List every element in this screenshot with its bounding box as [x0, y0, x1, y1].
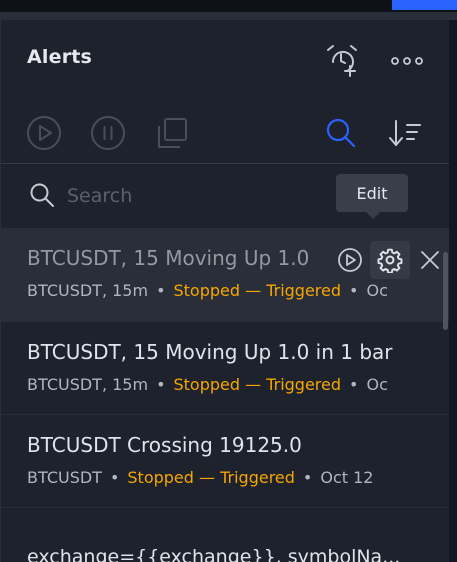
alert-date: Oct 12 — [320, 468, 374, 487]
alert-item[interactable]: BTCUSDT, 15 Moving Up 1.0 BTCUSDT, 15m • S… — [1, 228, 449, 322]
top-strip — [0, 0, 457, 12]
alert-item[interactable]: BTCUSDT Crossing 19125.0 BTCUSDT • Stopped… — [1, 415, 449, 508]
alert-symbol: BTCUSDT, 15m — [27, 375, 149, 394]
separator-dot: • — [156, 281, 166, 300]
play-circle-icon — [27, 116, 61, 150]
alert-date: Oc — [366, 281, 388, 300]
scrollbar-thumb[interactable] — [443, 252, 448, 330]
pause-circle-icon — [91, 116, 125, 150]
separator-dot: • — [156, 375, 166, 394]
restart-alert-button[interactable] — [330, 241, 370, 279]
add-alert-button[interactable] — [321, 40, 363, 82]
alert-actions — [330, 240, 449, 280]
scroll-gutter — [449, 20, 457, 562]
panel-divider — [0, 12, 457, 20]
alert-item[interactable]: BTCUSDT, 15 Moving Up 1.0 in 1 bar BTCUS… — [1, 322, 449, 415]
alert-symbol: BTCUSDT — [27, 468, 102, 487]
alerts-header: Alerts — [1, 20, 449, 98]
alert-status: Stopped — Triggered — [173, 375, 342, 394]
alerts-toolbar — [1, 114, 449, 162]
alert-status: Stopped — Triggered — [173, 281, 342, 300]
alarm-clock-plus-icon — [327, 45, 357, 77]
start-all-button[interactable] — [25, 114, 63, 152]
edit-tooltip: Edit — [336, 174, 408, 219]
close-icon — [421, 251, 439, 269]
copy-icon — [158, 118, 187, 148]
alert-details: BTCUSDT, 15m • Stopped — Triggered • Oc — [27, 375, 425, 394]
top-accent-bar — [392, 0, 457, 10]
play-circle-icon — [338, 248, 362, 272]
alert-date: Oc — [366, 375, 388, 394]
alerts-panel: Alerts Search BTCUSDT, 15 Moving Up 1.0 … — [0, 20, 449, 562]
search-icon — [326, 118, 356, 148]
separator-dot: • — [109, 468, 120, 487]
more-horizontal-icon — [391, 57, 423, 65]
edit-alert-button[interactable] — [370, 241, 410, 279]
more-button[interactable] — [385, 44, 429, 78]
alert-title: BTCUSDT, 15 Moving Up 1.0 in 1 bar — [27, 340, 393, 364]
copy-button[interactable] — [153, 114, 191, 152]
stop-all-button[interactable] — [89, 114, 127, 152]
separator-dot: • — [349, 375, 359, 394]
alert-title: BTCUSDT Crossing 19125.0 — [27, 433, 302, 457]
alert-details: BTCUSDT • Stopped — Triggered • Oct 12 — [27, 468, 425, 487]
sort-button[interactable] — [383, 114, 427, 152]
gear-icon — [377, 248, 403, 273]
search-input[interactable] — [67, 178, 317, 214]
separator-dot: • — [349, 281, 359, 300]
search-toggle-button[interactable] — [321, 114, 361, 152]
alert-title: BTCUSDT, 15 Moving Up 1.0 — [27, 246, 310, 270]
alert-symbol: BTCUSDT, 15m — [27, 281, 149, 300]
search-field-icon — [30, 183, 54, 207]
alert-list: BTCUSDT, 15 Moving Up 1.0 BTCUSDT, 15m • S… — [1, 228, 449, 508]
sort-descending-icon — [389, 120, 421, 146]
separator-dot: • — [302, 468, 313, 487]
alert-status: Stopped — Triggered — [127, 468, 295, 487]
alert-item[interactable]: exchange={{exchange}}, symbolNa... — [1, 530, 449, 562]
toolbar-divider — [1, 163, 449, 164]
alert-details: BTCUSDT, 15m • Stopped — Triggered • Oc — [27, 281, 425, 300]
alert-title: exchange={{exchange}}, symbolNa... — [27, 546, 401, 562]
panel-title: Alerts — [27, 46, 93, 68]
